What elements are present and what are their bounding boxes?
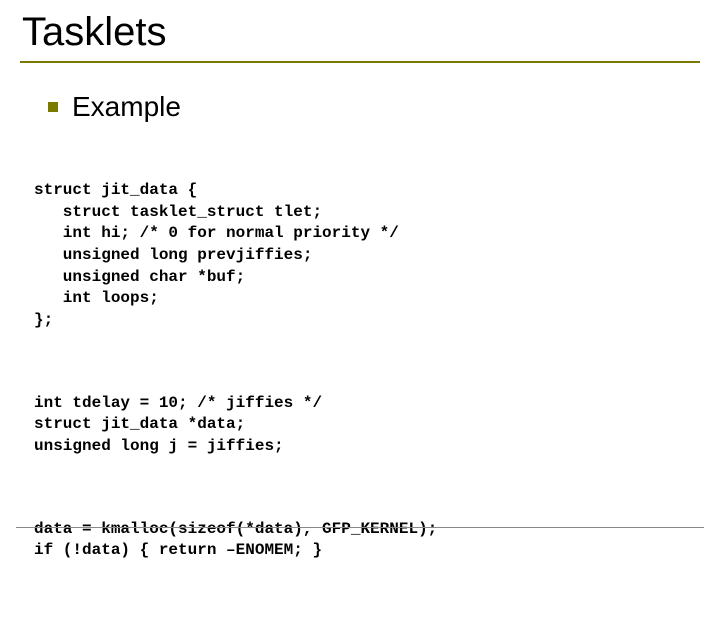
slide: Tasklets Example struct jit_data { struc… <box>0 0 720 540</box>
square-bullet-icon <box>48 102 58 112</box>
example-heading: Example <box>48 91 700 123</box>
code-struct-def: struct jit_data { struct tasklet_struct … <box>34 180 700 331</box>
code-alloc: data = kmalloc(sizeof(*data), GFP_KERNEL… <box>34 519 700 562</box>
code-block: struct jit_data { struct tasklet_struct … <box>34 137 700 623</box>
code-declarations: int tdelay = 10; /* jiffies */ struct ji… <box>34 393 700 458</box>
footer-rule <box>16 527 704 528</box>
page-title: Tasklets <box>20 10 700 55</box>
example-label: Example <box>72 91 181 123</box>
title-wrap: Tasklets <box>20 10 700 63</box>
